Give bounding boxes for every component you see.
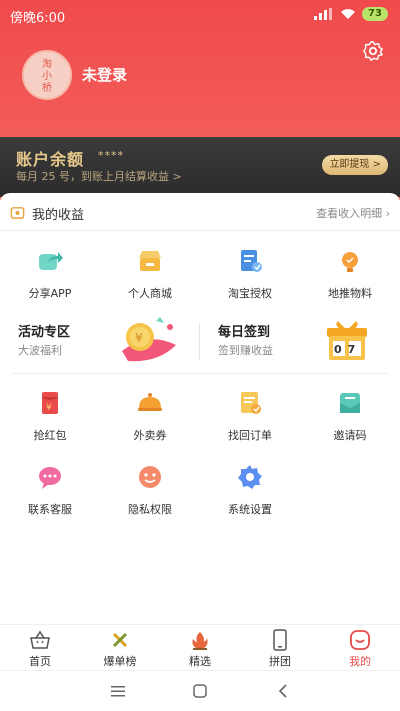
- tab-group-buy[interactable]: 拼团: [240, 625, 320, 670]
- settings-icon: [238, 465, 262, 489]
- store-icon: [139, 251, 161, 271]
- tab-featured[interactable]: 精选: [160, 625, 240, 670]
- svg-text:¥: ¥: [135, 331, 143, 345]
- section-separator: [12, 373, 388, 374]
- bottom-tab-bar: 首页 爆单榜 精选 拼团 我的: [0, 624, 400, 670]
- promo-material-label: 地推物料: [328, 287, 372, 300]
- system-nav-bar: [0, 670, 400, 711]
- tab-ranking-label: 爆单榜: [103, 655, 137, 668]
- avatar-text-2: 小: [42, 71, 52, 82]
- invite-code-label: 邀请码: [333, 429, 367, 442]
- earnings-detail-link[interactable]: 查看收入明细 ›: [316, 205, 390, 221]
- crossed-icon: [112, 632, 128, 648]
- retrieve-order-label: 找回订单: [228, 429, 272, 442]
- authorize-icon: [241, 250, 262, 272]
- phone-icon: [273, 629, 287, 651]
- battery-indicator: 73: [362, 7, 388, 21]
- daily-checkin-title: 每日签到: [218, 325, 271, 340]
- tab-group-buy-label: 拼团: [269, 655, 291, 668]
- earnings-detail-text: 查看收入明细: [316, 207, 383, 220]
- wifi-icon: [341, 9, 355, 19]
- earnings-icon: [10, 207, 25, 219]
- invite-icon: [340, 393, 360, 413]
- red-packet-label: 抢红包: [33, 429, 67, 442]
- takeout-coupon-item[interactable]: 外卖券: [100, 389, 200, 443]
- tab-ranking[interactable]: 爆单榜: [80, 625, 160, 670]
- tab-featured-label: 精选: [189, 655, 211, 668]
- smile-icon: [350, 630, 370, 650]
- privacy-permission-item[interactable]: 隐私权限: [100, 463, 200, 517]
- my-earnings-label: 我的收益: [32, 208, 85, 223]
- back-icon[interactable]: [276, 683, 292, 699]
- balance-title: 账户余额: [16, 150, 85, 169]
- order-icon: [241, 392, 261, 414]
- calendar-digits: 07: [334, 343, 362, 356]
- invite-code-item[interactable]: 邀请码: [300, 389, 400, 443]
- status-time: 傍晚6:00: [10, 11, 66, 26]
- withdraw-button[interactable]: 立即提现 >: [322, 155, 388, 175]
- privacy-permission-label: 隐私权限: [128, 503, 172, 516]
- avatar[interactable]: 淘 小 桥: [22, 50, 72, 100]
- balance-card: 账户余额 **** 每月 25 号，到账上月结算收益 > 立即提现 >: [0, 137, 400, 197]
- feature-grid-row-1: 分享APP 个人商城 淘宝授权 地推物料: [0, 247, 400, 301]
- coin-gift-icon: ¥: [122, 317, 176, 362]
- tab-home-label: 首页: [29, 655, 51, 668]
- retrieve-order-item[interactable]: 找回订单: [200, 389, 300, 443]
- chat-icon: [39, 467, 61, 489]
- bulb-icon: [342, 252, 358, 272]
- svg-text:¥: ¥: [46, 403, 52, 413]
- red-packet-item[interactable]: ¥ 抢红包: [0, 389, 100, 443]
- activity-zone-subtitle: 大波福利: [18, 344, 62, 357]
- balance-subtitle: 每月 25 号，到账上月结算收益 >: [16, 170, 182, 183]
- system-settings-label: 系统设置: [228, 503, 272, 516]
- food-cover-icon: [138, 393, 162, 411]
- gift-box-shape: [327, 321, 367, 360]
- daily-checkin-banner[interactable]: 每日签到 签到赚收益 07: [200, 311, 400, 371]
- my-earnings-row[interactable]: 我的收益 查看收入明细 ›: [0, 193, 400, 231]
- share-app-label: 分享APP: [28, 287, 72, 300]
- status-bar: 傍晚6:00 73: [0, 0, 400, 30]
- login-label[interactable]: 未登录: [82, 64, 127, 85]
- gear-icon[interactable]: [362, 40, 384, 62]
- activity-zone-banner[interactable]: 活动专区 大波福利 ¥: [0, 311, 200, 371]
- red-packet-icon: ¥: [42, 392, 58, 414]
- share-icon: [39, 252, 63, 270]
- personal-store-item[interactable]: 个人商城: [100, 247, 200, 301]
- fire-icon: [192, 632, 208, 650]
- tab-mine[interactable]: 我的: [320, 625, 400, 670]
- share-app-item[interactable]: 分享APP: [0, 247, 100, 301]
- main-panel: 我的收益 查看收入明细 › 分享APP 个人商城 淘宝授权 地推物料 活动专区 …: [0, 193, 400, 623]
- balance-masked-value: ****: [98, 149, 124, 162]
- tab-mine-label: 我的: [349, 655, 371, 668]
- promo-banners: 活动专区 大波福利 ¥ 每日签到 签到赚收益 07: [0, 311, 400, 371]
- tab-home[interactable]: 首页: [0, 625, 80, 670]
- taobao-auth-item[interactable]: 淘宝授权: [200, 247, 300, 301]
- signal-icon: [314, 8, 332, 20]
- calendar-gift-icon: 07: [324, 317, 370, 363]
- promo-material-item[interactable]: 地推物料: [300, 247, 400, 301]
- taobao-auth-label: 淘宝授权: [228, 287, 272, 300]
- home-basket-icon: [30, 630, 50, 649]
- daily-checkin-subtitle: 签到赚收益: [218, 344, 273, 357]
- avatar-text-3: 桥: [42, 83, 52, 94]
- customer-service-label: 联系客服: [28, 503, 72, 516]
- privacy-icon: [139, 466, 161, 488]
- avatar-text-1: 淘: [42, 59, 52, 70]
- takeout-coupon-label: 外卖券: [133, 429, 167, 442]
- chevron-right-icon: ›: [385, 207, 390, 220]
- feature-grid-row-3: 联系客服 隐私权限 系统设置: [0, 463, 400, 517]
- activity-zone-title: 活动专区: [18, 325, 71, 340]
- feature-grid-row-2: ¥ 抢红包 外卖券 找回订单 邀请码: [0, 389, 400, 443]
- customer-service-item[interactable]: 联系客服: [0, 463, 100, 517]
- home-nav-icon[interactable]: [192, 683, 208, 699]
- personal-store-label: 个人商城: [128, 287, 172, 300]
- system-settings-item[interactable]: 系统设置: [200, 463, 300, 517]
- menu-icon[interactable]: [110, 683, 126, 699]
